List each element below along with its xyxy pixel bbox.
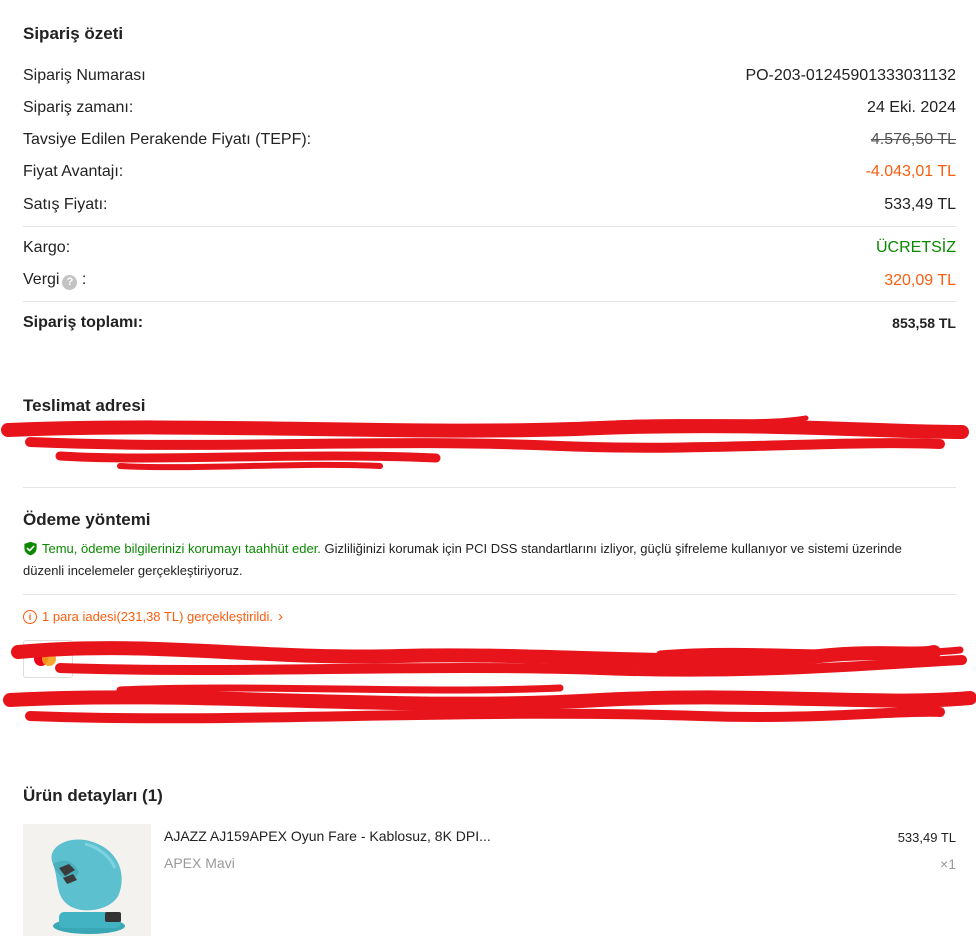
- order-total-value: 853,58 TL: [892, 315, 956, 331]
- chevron-right-icon: ›: [278, 608, 283, 625]
- order-number-label: Sipariş Numarası: [23, 67, 146, 84]
- product-quantity: ×1: [940, 856, 956, 872]
- sale-price-label: Satış Fiyatı:: [23, 196, 108, 213]
- rrp-value: 4.576,50 TL: [870, 131, 956, 148]
- tax-colon: :: [81, 271, 87, 288]
- refund-link[interactable]: i 1 para iadesi(231,38 TL) gerçekleştiri…: [23, 608, 283, 625]
- order-time-label: Sipariş zamanı:: [23, 99, 134, 116]
- price-advantage-row: Fiyat Avantajı: -4.043,01 TL: [23, 163, 956, 181]
- shipping-label: Kargo:: [23, 239, 71, 256]
- delivery-address-title: Teslimat adresi: [23, 396, 146, 415]
- order-summary-title: Sipariş özeti: [23, 24, 124, 43]
- shipping-row: Kargo: ÜCRETSİZ: [23, 239, 956, 257]
- payment-method-title: Ödeme yöntemi: [23, 510, 151, 529]
- summary-divider-2: [23, 301, 956, 302]
- secure-commitment-text: Temu, ödeme bilgilerinizi korumayı taahh…: [42, 541, 321, 556]
- product-details-title: Ürün detayları (1): [23, 786, 163, 805]
- product-variant: APEX Mavi: [164, 855, 235, 871]
- order-time-value: 24 Eki. 2024: [867, 99, 956, 116]
- rrp-label: Tavsiye Edilen Perakende Fiyatı (TEPF):: [23, 131, 312, 148]
- order-number-row: Sipariş Numarası PO-203-0124590133303113…: [23, 67, 956, 85]
- tax-label-wrap: Vergi? :: [23, 271, 86, 290]
- product-price: 533,49 TL: [897, 830, 956, 845]
- rrp-row: Tavsiye Edilen Perakende Fiyatı (TEPF): …: [23, 131, 956, 149]
- tax-label: Vergi: [23, 271, 60, 288]
- order-number-value: PO-203-01245901333031132: [745, 67, 956, 84]
- delivery-divider: [23, 487, 956, 488]
- sale-price-value: 533,49 TL: [884, 196, 956, 213]
- card-logo: [23, 640, 73, 678]
- summary-divider-1: [23, 226, 956, 227]
- order-total-label: Sipariş toplamı:: [23, 314, 144, 331]
- tax-value: 320,09 TL: [884, 271, 956, 289]
- product-name[interactable]: AJAZZ AJ159APEX Oyun Fare - Kablosuz, 8K…: [164, 828, 491, 844]
- info-circle-icon: i: [23, 609, 37, 624]
- payment-security-note: Temu, ödeme bilgilerinizi korumayı taahh…: [23, 538, 946, 582]
- price-advantage-label: Fiyat Avantajı:: [23, 163, 124, 180]
- order-total-row: Sipariş toplamı: 853,58 TL: [23, 314, 956, 332]
- order-time-row: Sipariş zamanı: 24 Eki. 2024: [23, 99, 956, 117]
- tax-row: Vergi? : 320,09 TL: [23, 271, 956, 290]
- question-circle-icon[interactable]: ?: [62, 275, 78, 290]
- refund-text: 1 para iadesi(231,38 TL) gerçekleştirild…: [42, 609, 273, 624]
- shipping-value: ÜCRETSİZ: [876, 239, 956, 256]
- product-image[interactable]: [23, 824, 151, 936]
- mastercard-icon-overlap: [42, 652, 56, 666]
- shield-check-icon: [24, 541, 37, 556]
- sale-price-row: Satış Fiyatı: 533,49 TL: [23, 196, 956, 214]
- mouse-image: [23, 824, 151, 936]
- price-advantage-value: -4.043,01 TL: [865, 163, 956, 180]
- payment-divider: [23, 594, 956, 595]
